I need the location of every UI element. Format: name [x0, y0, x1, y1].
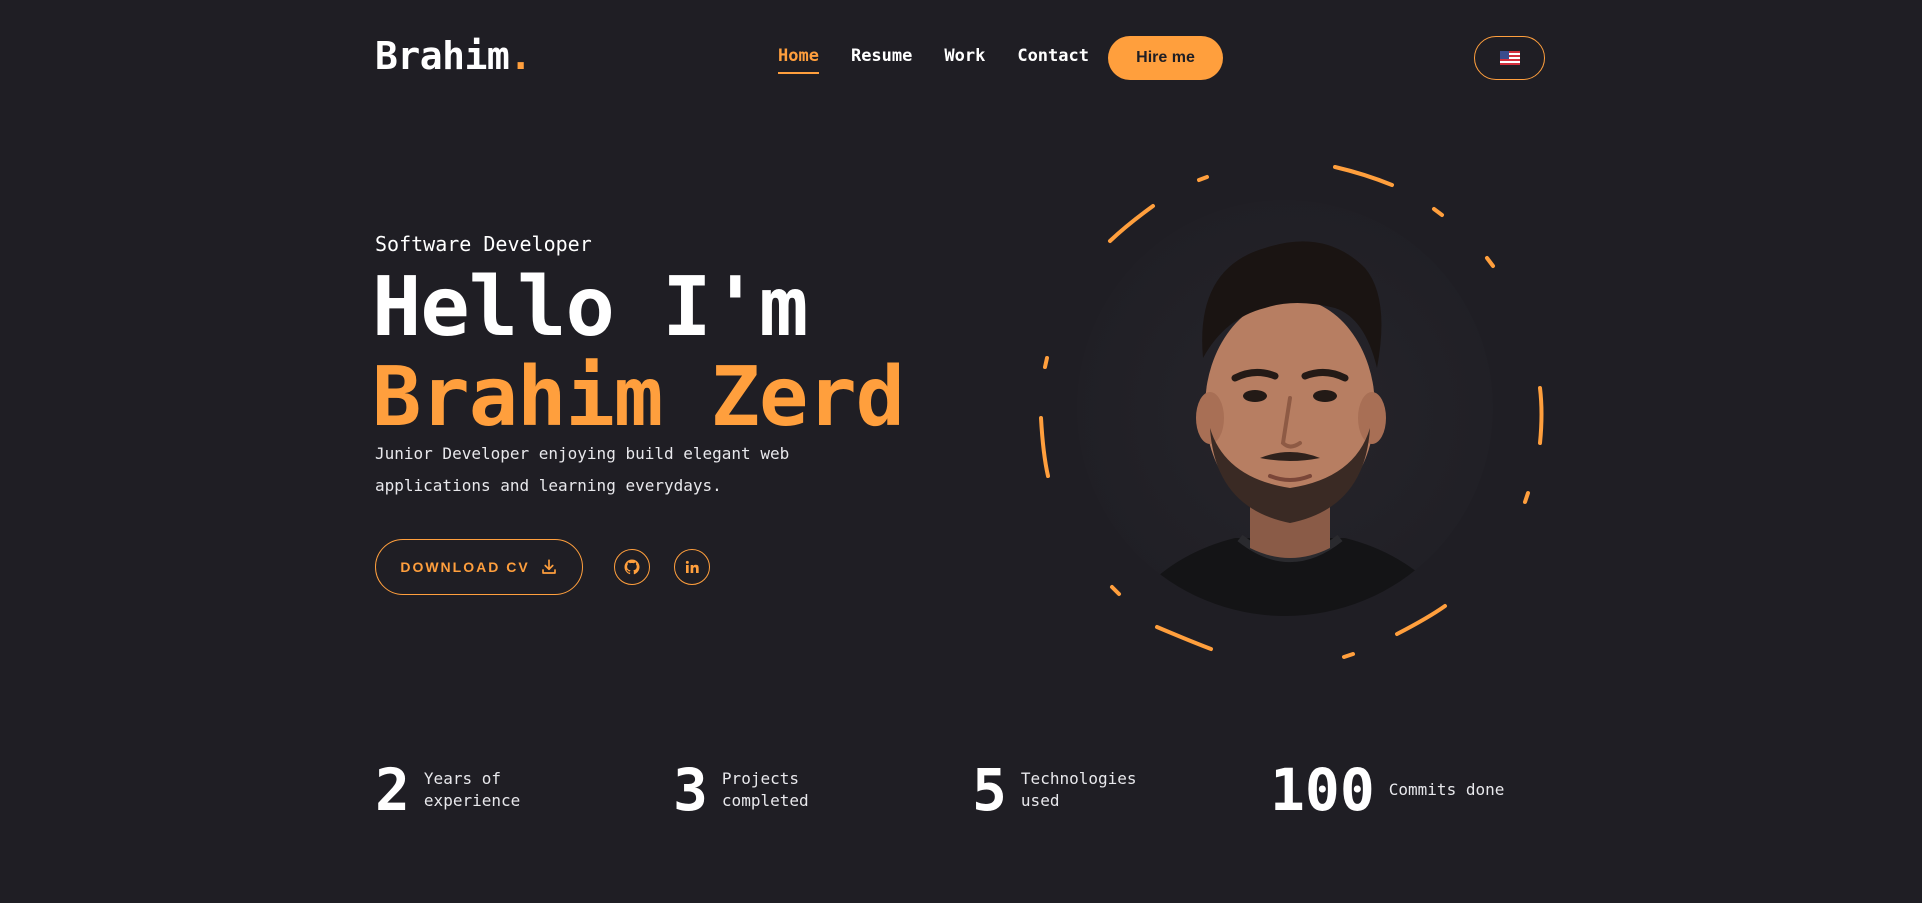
download-cv-button[interactable]: DOWNLOAD CV: [375, 539, 583, 595]
us-flag-icon: [1499, 51, 1520, 65]
hero-greeting: Hello I'm: [372, 260, 808, 355]
main-nav: Home Resume Work Contact: [778, 46, 1089, 74]
hire-me-button[interactable]: Hire me: [1108, 36, 1223, 80]
profile-photo: [1039, 165, 1544, 659]
stat-experience: 2 Years of experience: [375, 760, 544, 820]
github-link[interactable]: [614, 549, 650, 585]
hero-subtitle: Software Developer: [375, 232, 592, 256]
language-switch-button[interactable]: [1474, 36, 1545, 80]
nav-contact[interactable]: Contact: [1017, 46, 1089, 74]
stat-label: Commits done: [1388, 780, 1505, 799]
github-icon: [624, 559, 640, 575]
hero-description: Junior Developer enjoying build elegant …: [375, 444, 790, 495]
stat-label: Years of experience: [423, 769, 521, 810]
linkedin-icon: [685, 560, 699, 573]
logo[interactable]: Brahim.: [375, 34, 532, 78]
site-header: Brahim. Home Resume Work Contact Hire me: [0, 0, 1922, 115]
download-cv-label: DOWNLOAD CV: [400, 559, 530, 575]
stat-number: 5: [972, 756, 1007, 824]
stat-number: 2: [375, 756, 410, 824]
stat-label: Projects completed: [721, 769, 809, 810]
portrait: [1035, 158, 1555, 668]
stat-projects: 3 Projects completed: [673, 760, 842, 820]
stat-number: 3: [673, 756, 708, 824]
nav-home[interactable]: Home: [778, 46, 819, 74]
stat-technologies: 5 Technologies used: [972, 760, 1141, 820]
logo-text: Brahim: [375, 34, 510, 78]
linkedin-link[interactable]: [674, 549, 710, 585]
download-icon: [541, 559, 556, 574]
nav-resume[interactable]: Resume: [851, 46, 912, 74]
stat-commits: 100 Commits done: [1270, 760, 1509, 820]
logo-dot: .: [509, 34, 532, 78]
stat-label: Technologies used: [1020, 769, 1137, 810]
hero-name: Brahim Zerd: [372, 350, 905, 445]
stat-number: 100: [1270, 756, 1375, 824]
nav-work[interactable]: Work: [944, 46, 985, 74]
